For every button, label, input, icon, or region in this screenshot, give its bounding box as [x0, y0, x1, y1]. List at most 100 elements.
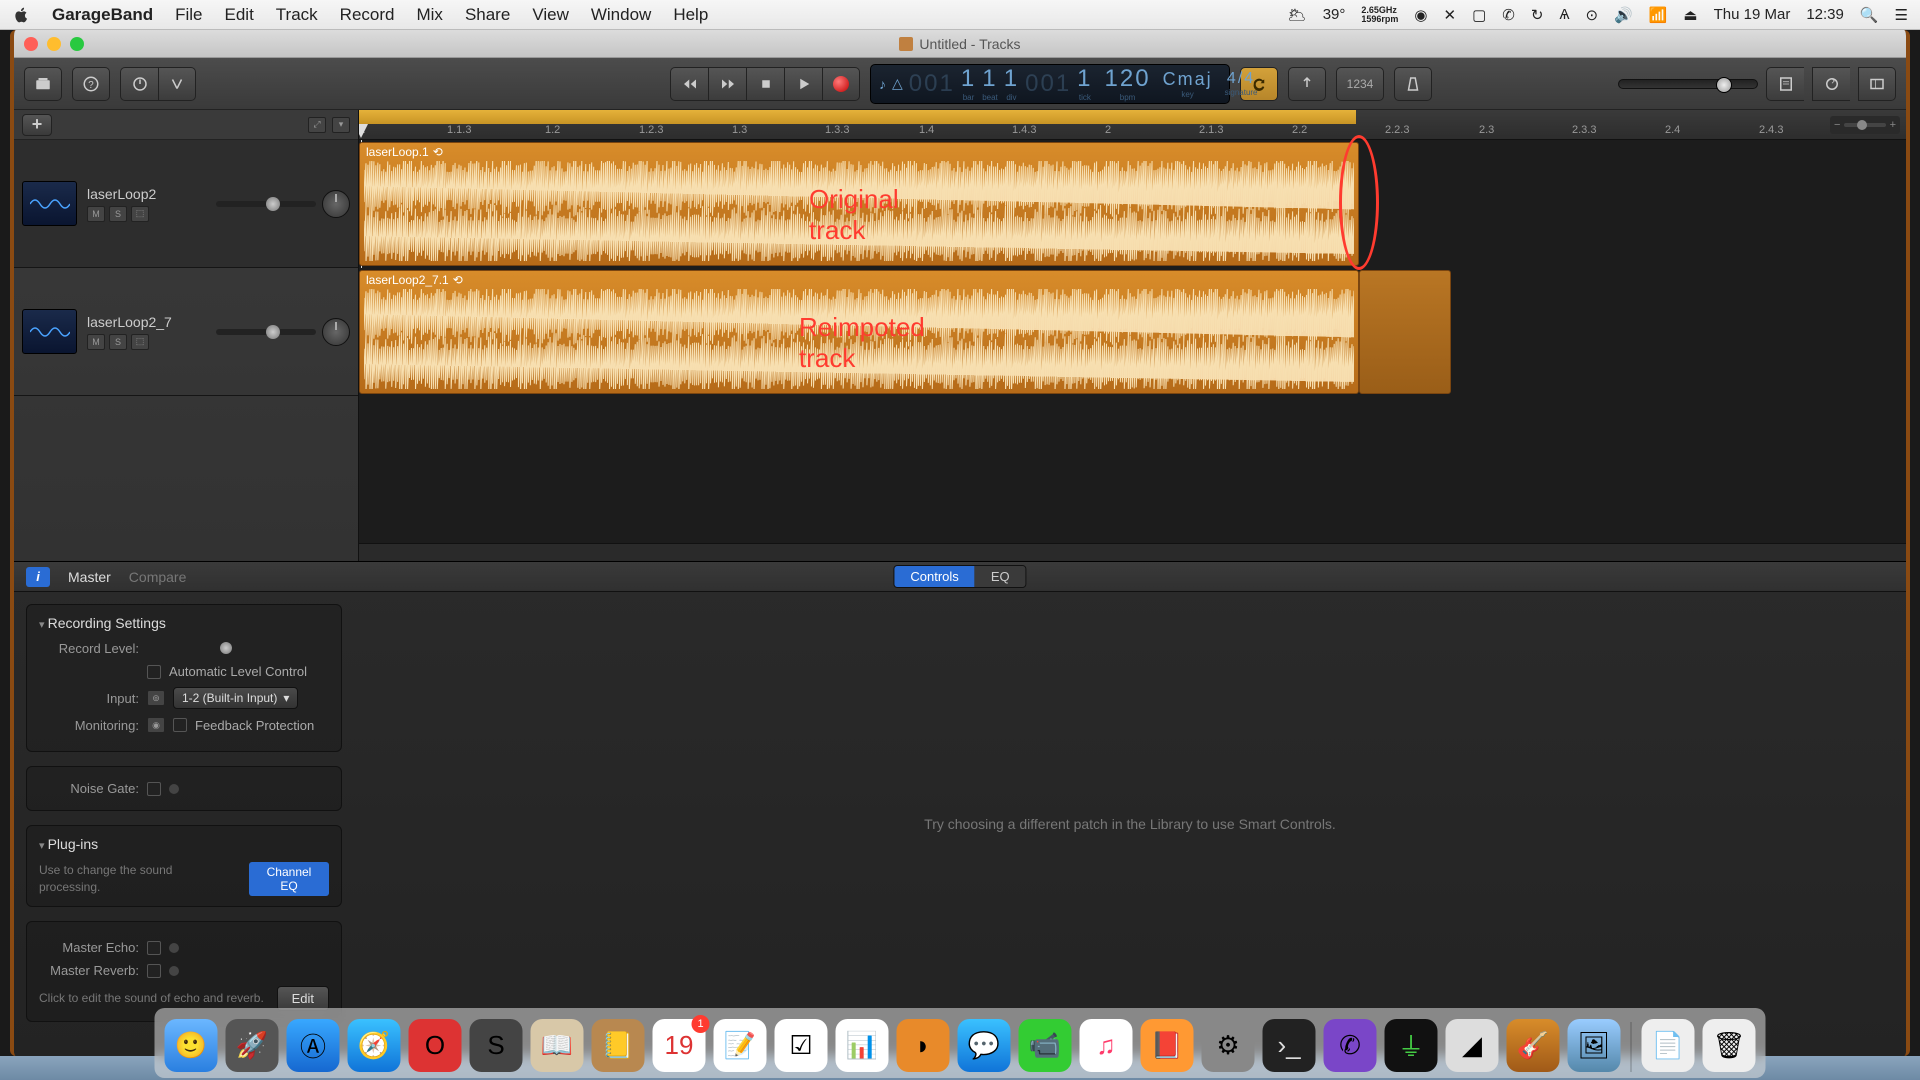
zoom-window-button[interactable] [70, 37, 84, 51]
menu-mix[interactable]: Mix [416, 5, 442, 25]
track-volume-slider[interactable] [216, 201, 316, 207]
contacts-icon[interactable]: 📒 [592, 1019, 645, 1072]
record-level-slider[interactable] [147, 647, 329, 651]
track-volume-slider[interactable] [216, 329, 316, 335]
reverb-knob[interactable] [169, 966, 179, 976]
compare-button[interactable]: Compare [129, 569, 187, 585]
volume-icon[interactable]: 🔊 [1614, 6, 1633, 24]
minimize-window-button[interactable] [47, 37, 61, 51]
play-button[interactable] [784, 67, 822, 101]
input-select[interactable]: 1-2 (Built-in Input)▾ [173, 687, 298, 709]
editors-button[interactable] [158, 67, 196, 101]
safari-icon[interactable]: 🧭 [348, 1019, 401, 1072]
menu-view[interactable]: View [532, 5, 569, 25]
downloads-icon[interactable]: 📄 [1642, 1019, 1695, 1072]
echo-knob[interactable] [169, 943, 179, 953]
metronome-button[interactable] [1394, 67, 1432, 101]
activity-icon[interactable]: ⏚ [1385, 1019, 1438, 1072]
notification-center-icon[interactable]: ☰ [1895, 6, 1908, 24]
calendar-icon[interactable]: 191 [653, 1019, 706, 1072]
numbers-icon[interactable]: 📊 [836, 1019, 889, 1072]
system-preferences-icon[interactable]: ⚙ [1202, 1019, 1255, 1072]
eq-tab[interactable]: EQ [975, 566, 1026, 587]
solo-button[interactable]: S [109, 206, 127, 222]
status-icon[interactable]: ⊙ [1585, 6, 1598, 24]
menu-window[interactable]: Window [591, 5, 651, 25]
status-icon[interactable]: ◉ [1414, 6, 1427, 24]
menubar-date[interactable]: Thu 19 Mar [1714, 6, 1791, 23]
track-pan-knob[interactable] [322, 190, 350, 218]
count-in-display[interactable]: 1234 [1336, 67, 1384, 101]
record-button[interactable] [822, 67, 860, 101]
menu-edit[interactable]: Edit [225, 5, 254, 25]
master-echo-checkbox[interactable] [147, 941, 161, 955]
finder-icon[interactable]: 🙂 [165, 1019, 218, 1072]
master-tab[interactable]: Master [68, 569, 111, 585]
eject-icon[interactable]: ⏏ [1683, 6, 1697, 24]
auto-level-checkbox[interactable] [147, 665, 161, 679]
sublime-icon[interactable]: S [470, 1019, 523, 1072]
timeline-ruler[interactable]: 11.1.31.21.2.31.31.3.31.41.4.322.1.32.22… [359, 110, 1906, 140]
reminders-icon[interactable]: ☑ [775, 1019, 828, 1072]
status-icon[interactable]: ↻ [1531, 6, 1544, 24]
ibooks-icon[interactable]: 📕 [1141, 1019, 1194, 1072]
automation-toggle[interactable]: ⤢ [308, 117, 326, 133]
media-browser-button[interactable] [1858, 67, 1896, 101]
status-icon[interactable]: Ѧ [1559, 6, 1569, 23]
channel-eq-plugin[interactable]: Channel EQ [249, 862, 329, 896]
unity-icon[interactable]: ◢ [1446, 1019, 1499, 1072]
audio-region[interactable]: laserLoop2_7.1⟲ [359, 270, 1359, 394]
menu-help[interactable]: Help [673, 5, 708, 25]
close-window-button[interactable] [24, 37, 38, 51]
controls-tab[interactable]: Controls [894, 566, 974, 587]
viber-icon[interactable]: ✆ [1502, 6, 1515, 24]
track-header[interactable]: laserLoop2_7 M S ⬚ [14, 268, 358, 396]
wifi-icon[interactable]: 📶 [1649, 6, 1668, 24]
lock-button[interactable]: ⬚ [131, 334, 149, 350]
arrange-area[interactable]: 11.1.31.21.2.31.31.3.31.41.4.322.1.32.22… [359, 110, 1906, 561]
monitoring-button[interactable]: ◉ [147, 717, 165, 733]
blender-icon[interactable]: ◗ [897, 1019, 950, 1072]
app-name[interactable]: GarageBand [52, 5, 153, 25]
noise-gate-checkbox[interactable] [147, 782, 161, 796]
lcd-display[interactable]: ♪ △ 001 1bar 1beat 1div 001 1tick 120bpm… [870, 64, 1230, 104]
inspector-button[interactable]: i [26, 567, 50, 587]
notes-icon[interactable]: 📝 [714, 1019, 767, 1072]
garageband-icon[interactable]: 🎸 [1507, 1019, 1560, 1072]
menu-record[interactable]: Record [340, 5, 395, 25]
status-icon[interactable]: ✕ [1444, 6, 1457, 24]
rewind-button[interactable] [670, 67, 708, 101]
catch-toggle[interactable]: ▾ [332, 117, 350, 133]
menu-file[interactable]: File [175, 5, 202, 25]
opera-icon[interactable]: O [409, 1019, 462, 1072]
menubar-time[interactable]: 12:39 [1806, 6, 1844, 23]
horizontal-scrollbar[interactable] [359, 543, 1906, 561]
weather-icon[interactable]: 🌥 [1288, 6, 1307, 24]
quick-help-button[interactable]: ? [72, 67, 110, 101]
launchpad-icon[interactable]: 🚀 [226, 1019, 279, 1072]
loop-browser-button[interactable] [1812, 67, 1850, 101]
menu-track[interactable]: Track [276, 5, 318, 25]
track-pan-knob[interactable] [322, 318, 350, 346]
messages-icon[interactable]: 💬 [958, 1019, 1011, 1072]
add-track-button[interactable]: + [22, 114, 52, 136]
master-reverb-checkbox[interactable] [147, 964, 161, 978]
facetime-icon[interactable]: 📹 [1019, 1019, 1072, 1072]
smart-controls-button[interactable] [120, 67, 158, 101]
mute-button[interactable]: M [87, 334, 105, 350]
tuner-button[interactable] [1288, 67, 1326, 101]
track-header[interactable]: laserLoop2 M S ⬚ [14, 140, 358, 268]
preview-icon[interactable]: 🖼 [1568, 1019, 1621, 1072]
dictionary-icon[interactable]: 📖 [531, 1019, 584, 1072]
lock-button[interactable]: ⬚ [131, 206, 149, 222]
library-button[interactable] [24, 67, 62, 101]
cycle-region[interactable] [359, 110, 1356, 124]
terminal-icon[interactable]: ›_ [1263, 1019, 1316, 1072]
noise-gate-disclosure[interactable] [169, 784, 179, 794]
stereo-button[interactable]: ⊚ [147, 690, 165, 706]
stop-button[interactable] [746, 67, 784, 101]
master-volume-slider[interactable] [1618, 79, 1758, 89]
viber-icon[interactable]: ✆ [1324, 1019, 1377, 1072]
solo-button[interactable]: S [109, 334, 127, 350]
feedback-checkbox[interactable] [173, 718, 187, 732]
